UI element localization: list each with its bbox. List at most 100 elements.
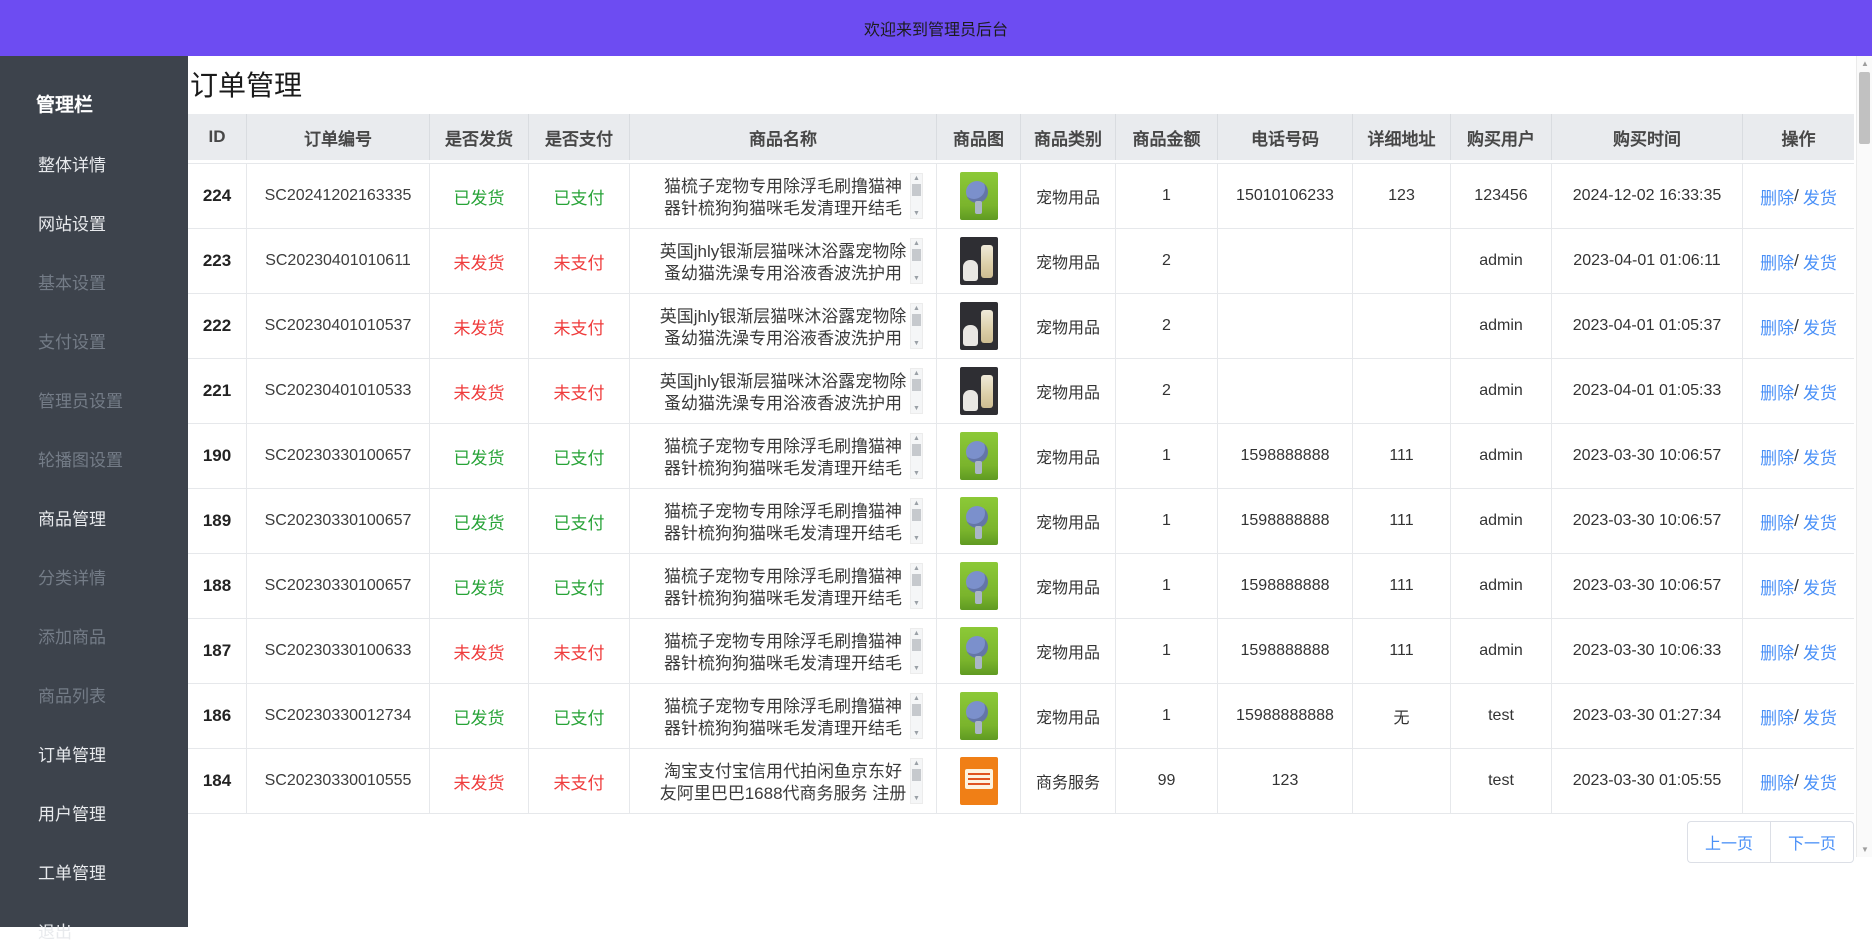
sidebar-item-overall-details[interactable]: 整体详情 bbox=[0, 151, 188, 176]
sidebar-item-add-product[interactable]: 添加商品 bbox=[0, 623, 188, 648]
scroll-up-icon[interactable]: ▲ bbox=[913, 434, 920, 443]
product-name-scrollbar[interactable]: ▲ ▼ bbox=[910, 173, 923, 219]
scroll-down-icon[interactable]: ▼ bbox=[913, 794, 920, 803]
purchase-time: 2023-03-30 10:06:57 bbox=[1552, 424, 1743, 488]
scrollbar-thumb[interactable] bbox=[912, 574, 921, 586]
sidebar-menu: 整体详情网站设置基本设置支付设置管理员设置轮播图设置商品管理分类详情添加商品商品… bbox=[0, 151, 188, 943]
product-name-scrollbar[interactable]: ▲ ▼ bbox=[910, 238, 923, 284]
scroll-up-icon[interactable]: ▲ bbox=[913, 629, 920, 638]
purchase-time: 2023-04-01 01:05:33 bbox=[1552, 359, 1743, 423]
scroll-down-icon[interactable]: ▼ bbox=[913, 599, 920, 608]
scroll-down-icon[interactable]: ▼ bbox=[1861, 845, 1869, 854]
ship-link[interactable]: 发货 bbox=[1803, 639, 1837, 664]
product-name-scrollbar[interactable]: ▲ ▼ bbox=[910, 433, 923, 479]
buyer: admin bbox=[1451, 424, 1552, 488]
product-name-scrollbar[interactable]: ▲ ▼ bbox=[910, 628, 923, 674]
scrollbar-thumb[interactable] bbox=[912, 314, 921, 326]
ship-status: 未发货 bbox=[430, 619, 529, 683]
sidebar-item-ticket-management[interactable]: 工单管理 bbox=[0, 859, 188, 884]
product-name-scrollbar[interactable]: ▲ ▼ bbox=[910, 758, 923, 804]
product-image-cell bbox=[937, 229, 1021, 293]
product-name-scrollbar[interactable]: ▲ ▼ bbox=[910, 498, 923, 544]
scrollbar-thumb[interactable] bbox=[912, 509, 921, 521]
scroll-up-icon[interactable]: ▲ bbox=[913, 499, 920, 508]
delete-link[interactable]: 删除 bbox=[1760, 769, 1794, 794]
scrollbar-thumb[interactable] bbox=[912, 639, 921, 651]
order-number: SC20230330012734 bbox=[247, 684, 430, 748]
page-scrollbar[interactable]: ▲ ▼ bbox=[1856, 56, 1872, 857]
product-name-scrollbar[interactable]: ▲ ▼ bbox=[910, 368, 923, 414]
scroll-down-icon[interactable]: ▼ bbox=[913, 339, 920, 348]
scrollbar-thumb[interactable] bbox=[912, 249, 921, 261]
scroll-down-icon[interactable]: ▼ bbox=[913, 664, 920, 673]
scrollbar-thumb[interactable] bbox=[912, 184, 921, 196]
sidebar-item-product-list[interactable]: 商品列表 bbox=[0, 682, 188, 707]
sidebar-item-admin-settings[interactable]: 管理员设置 bbox=[0, 387, 188, 412]
purchase-time: 2024-12-02 16:33:35 bbox=[1552, 164, 1743, 228]
column-header: 商品名称 bbox=[630, 114, 937, 160]
sidebar-item-product-management[interactable]: 商品管理 bbox=[0, 505, 188, 530]
delete-link[interactable]: 删除 bbox=[1760, 509, 1794, 534]
address: 111 bbox=[1353, 424, 1451, 488]
phone-number bbox=[1218, 294, 1353, 358]
ship-link[interactable]: 发货 bbox=[1803, 704, 1837, 729]
sidebar-item-payment-settings[interactable]: 支付设置 bbox=[0, 328, 188, 353]
scroll-up-icon[interactable]: ▲ bbox=[913, 759, 920, 768]
welcome-text: 欢迎来到管理员后台 bbox=[864, 16, 1008, 40]
ship-link[interactable]: 发货 bbox=[1803, 769, 1837, 794]
scroll-up-icon[interactable]: ▲ bbox=[913, 304, 920, 313]
scroll-down-icon[interactable]: ▼ bbox=[913, 469, 920, 478]
scrollbar-thumb[interactable] bbox=[912, 704, 921, 716]
sidebar-item-site-settings[interactable]: 网站设置 bbox=[0, 210, 188, 235]
scroll-down-icon[interactable]: ▼ bbox=[913, 274, 920, 283]
scrollbar-thumb[interactable] bbox=[912, 444, 921, 456]
ship-link[interactable]: 发货 bbox=[1803, 574, 1837, 599]
product-name-scrollbar[interactable]: ▲ ▼ bbox=[910, 693, 923, 739]
prev-page-button[interactable]: 上一页 bbox=[1687, 821, 1770, 863]
delete-link[interactable]: 删除 bbox=[1760, 184, 1794, 209]
phone-number bbox=[1218, 229, 1353, 293]
pay-status: 未支付 bbox=[529, 749, 630, 813]
delete-link[interactable]: 删除 bbox=[1760, 379, 1794, 404]
scroll-up-icon[interactable]: ▲ bbox=[913, 239, 920, 248]
product-name-scrollbar[interactable]: ▲ ▼ bbox=[910, 563, 923, 609]
sidebar-item-user-management[interactable]: 用户管理 bbox=[0, 800, 188, 825]
scroll-down-icon[interactable]: ▼ bbox=[913, 404, 920, 413]
delete-link[interactable]: 删除 bbox=[1760, 249, 1794, 274]
delete-link[interactable]: 删除 bbox=[1760, 704, 1794, 729]
sidebar-item-basic-settings[interactable]: 基本设置 bbox=[0, 269, 188, 294]
order-number: SC20230401010533 bbox=[247, 359, 430, 423]
scroll-down-icon[interactable]: ▼ bbox=[913, 729, 920, 738]
sidebar-item-category-details[interactable]: 分类详情 bbox=[0, 564, 188, 589]
delete-link[interactable]: 删除 bbox=[1760, 314, 1794, 339]
scrollbar-thumb[interactable] bbox=[912, 769, 921, 781]
scrollbar-thumb[interactable] bbox=[912, 379, 921, 391]
product-name: 英国jhly银渐层猫咪沐浴露宠物除蚤幼猫洗澡专用浴液香波洗护用 bbox=[658, 306, 908, 347]
table-row: 223 SC20230401010611 未发货 未支付 英国jhly银渐层猫咪… bbox=[188, 229, 1854, 294]
scroll-up-icon[interactable]: ▲ bbox=[913, 369, 920, 378]
operations-cell: 删除/发货 bbox=[1743, 749, 1854, 813]
ship-link[interactable]: 发货 bbox=[1803, 249, 1837, 274]
sidebar-item-order-management[interactable]: 订单管理 bbox=[0, 741, 188, 766]
sidebar-item-logout[interactable]: 退出 bbox=[0, 918, 188, 943]
product-name-scrollbar[interactable]: ▲ ▼ bbox=[910, 303, 923, 349]
ship-link[interactable]: 发货 bbox=[1803, 184, 1837, 209]
scroll-up-icon[interactable]: ▲ bbox=[1861, 59, 1869, 68]
ship-link[interactable]: 发货 bbox=[1803, 509, 1837, 534]
scrollbar-thumb[interactable] bbox=[1859, 72, 1870, 144]
delete-link[interactable]: 删除 bbox=[1760, 444, 1794, 469]
ship-link[interactable]: 发货 bbox=[1803, 379, 1837, 404]
next-page-button[interactable]: 下一页 bbox=[1770, 821, 1854, 863]
ship-link[interactable]: 发货 bbox=[1803, 444, 1837, 469]
delete-link[interactable]: 删除 bbox=[1760, 574, 1794, 599]
scroll-up-icon[interactable]: ▲ bbox=[913, 174, 920, 183]
delete-link[interactable]: 删除 bbox=[1760, 639, 1794, 664]
scroll-down-icon[interactable]: ▼ bbox=[913, 534, 920, 543]
scroll-up-icon[interactable]: ▲ bbox=[913, 694, 920, 703]
order-number: SC20230330100657 bbox=[247, 554, 430, 618]
sidebar-item-carousel-settings[interactable]: 轮播图设置 bbox=[0, 446, 188, 471]
scroll-up-icon[interactable]: ▲ bbox=[913, 564, 920, 573]
ship-link[interactable]: 发货 bbox=[1803, 314, 1837, 339]
product-name-cell: 英国jhly银渐层猫咪沐浴露宠物除蚤幼猫洗澡专用浴液香波洗护用 ▲ ▼ bbox=[630, 359, 937, 423]
scroll-down-icon[interactable]: ▼ bbox=[913, 209, 920, 218]
